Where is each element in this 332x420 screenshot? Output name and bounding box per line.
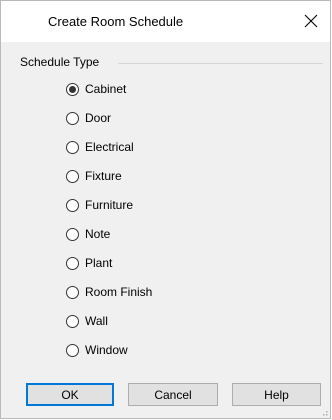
radio-button[interactable] (66, 111, 79, 125)
radio-button[interactable] (66, 169, 79, 183)
radio-option-electrical[interactable]: Electrical (66, 138, 134, 156)
help-button[interactable]: Help (232, 383, 321, 406)
radio-button[interactable] (66, 314, 79, 328)
radio-option-door[interactable]: Door (66, 109, 111, 127)
radio-label: Cabinet (85, 82, 127, 96)
radio-label: Wall (85, 314, 108, 328)
radio-label: Door (85, 111, 112, 125)
resize-grip-icon[interactable] (320, 408, 328, 416)
radio-button[interactable] (66, 140, 79, 154)
close-icon (304, 14, 318, 28)
radio-label: Window (85, 343, 128, 357)
schedule-type-label: Schedule Type (20, 55, 100, 69)
radio-option-wall[interactable]: Wall (66, 312, 108, 330)
radio-option-fixture[interactable]: Fixture (66, 167, 122, 185)
radio-label: Note (85, 227, 111, 241)
ok-button[interactable]: OK (26, 383, 114, 406)
radio-label: Fixture (85, 169, 122, 183)
radio-option-room-finish[interactable]: Room Finish (66, 283, 152, 301)
dialog-title: Create Room Schedule (48, 14, 184, 29)
radio-option-cabinet[interactable]: Cabinet (66, 80, 126, 98)
radio-option-plant[interactable]: Plant (66, 254, 112, 272)
create-room-schedule-dialog: Create Room Schedule Schedule Type Cabin… (0, 0, 331, 419)
radio-option-window[interactable]: Window (66, 341, 128, 359)
radio-button-checked[interactable] (66, 82, 79, 96)
radio-label: Electrical (85, 140, 134, 154)
radio-label: Furniture (85, 198, 134, 212)
radio-button[interactable] (66, 285, 79, 299)
radio-option-furniture[interactable]: Furniture (66, 196, 133, 214)
radio-label: Room Finish (85, 285, 153, 299)
radio-option-note[interactable]: Note (66, 225, 110, 243)
radio-button[interactable] (66, 343, 79, 357)
radio-label: Plant (85, 256, 113, 270)
cancel-button[interactable]: Cancel (128, 383, 218, 406)
title-bar: Create Room Schedule (1, 1, 330, 42)
radio-button[interactable] (66, 227, 79, 241)
group-divider (118, 63, 323, 64)
radio-button[interactable] (66, 256, 79, 270)
radio-button[interactable] (66, 198, 79, 212)
close-button[interactable] (296, 7, 326, 35)
